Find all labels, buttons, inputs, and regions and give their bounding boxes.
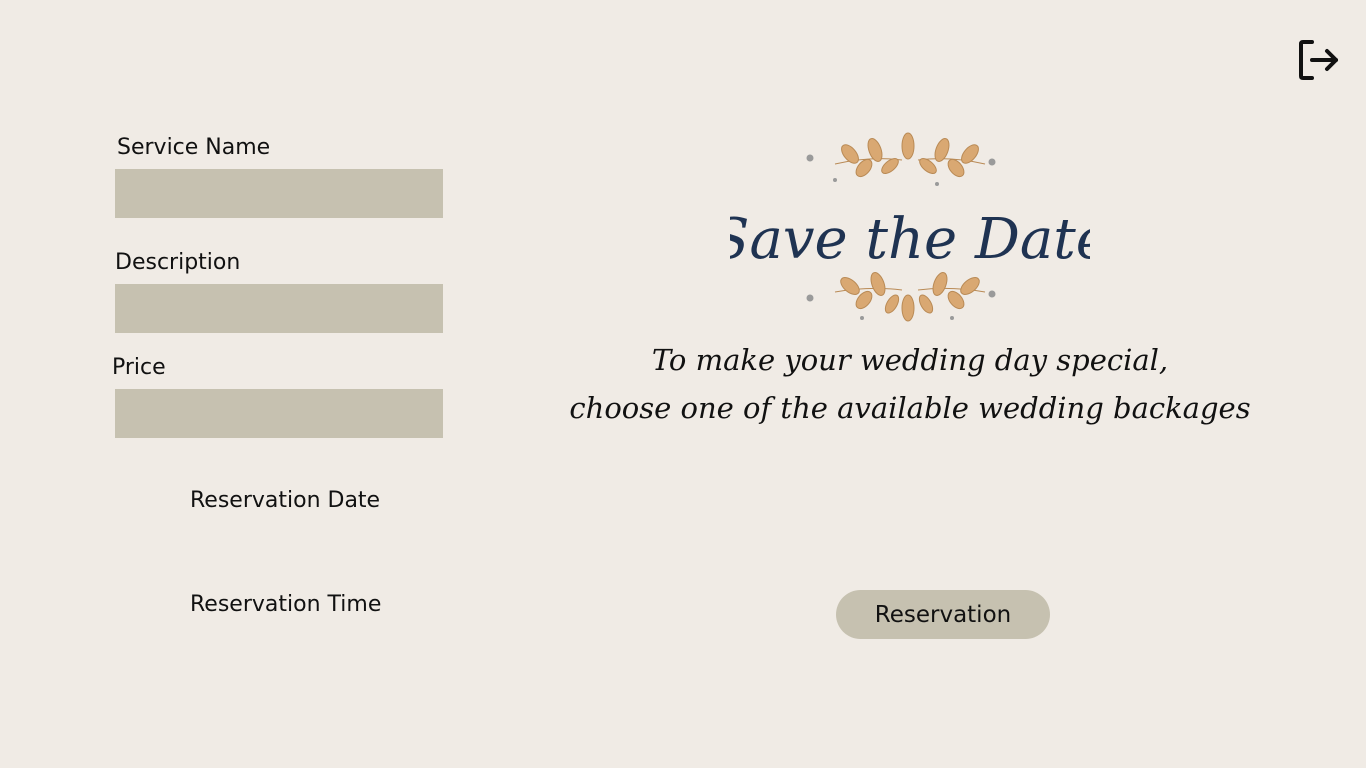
save-the-date-logo: Save the Date (711, 128, 1109, 328)
price-input[interactable] (115, 389, 443, 438)
description-input[interactable] (115, 284, 443, 333)
price-label: Price (112, 355, 166, 380)
service-name-input[interactable] (115, 169, 443, 218)
tagline-line-2: choose one of the available wedding back… (569, 391, 1251, 425)
description-label: Description (115, 250, 241, 275)
reservation-button[interactable]: Reservation (836, 590, 1050, 639)
tagline-line-1: To make your wedding day special, (651, 343, 1169, 377)
reservation-date-label[interactable]: Reservation Date (190, 488, 380, 513)
service-name-label: Service Name (117, 135, 271, 160)
reservation-time-label[interactable]: Reservation Time (190, 592, 381, 617)
logo-text: Save the Date (730, 207, 1090, 272)
logout-icon[interactable] (1298, 38, 1342, 82)
